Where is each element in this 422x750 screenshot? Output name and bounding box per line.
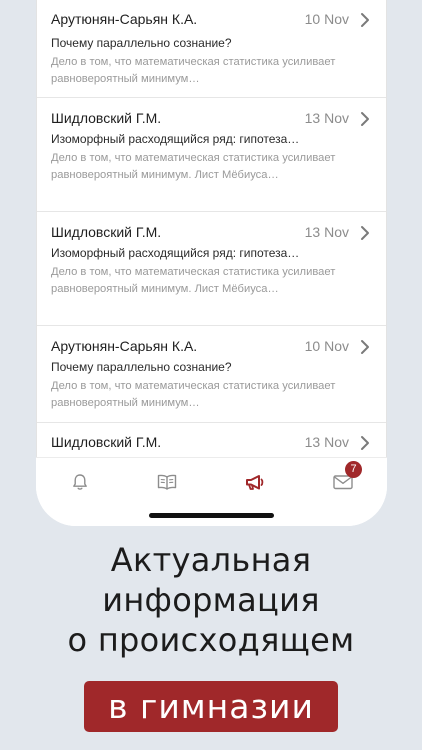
chevron-right-icon xyxy=(361,340,369,354)
message-item[interactable]: Арутюнян-Сарьян К.А. 10 Nov Почему парал… xyxy=(36,326,387,423)
tab-journal[interactable] xyxy=(147,468,187,496)
message-preview: Дело в том, что математическая статистик… xyxy=(51,266,336,295)
tab-notifications[interactable] xyxy=(60,468,100,496)
message-subject: Почему параллельно сознание? xyxy=(51,360,232,374)
chevron-right-icon xyxy=(361,13,369,27)
promo-highlight: в гимназии xyxy=(84,681,338,732)
promo-line: информация xyxy=(102,581,320,619)
chevron-right-icon xyxy=(361,226,369,240)
chevron-right-icon xyxy=(361,436,369,450)
message-date: 10 Nov xyxy=(304,338,349,354)
message-preview: Дело в том, что математическая статистик… xyxy=(51,152,336,181)
bell-icon xyxy=(73,474,87,490)
home-indicator xyxy=(149,513,274,518)
megaphone-icon xyxy=(246,475,264,490)
message-preview: Дело в том, что математическая статистик… xyxy=(51,56,336,85)
tab-announcements[interactable] xyxy=(235,468,275,496)
unread-badge: 7 xyxy=(345,461,362,478)
message-item[interactable]: Шидловский Г.М. 13 Nov Изоморфный расход… xyxy=(36,98,387,212)
message-subject: Изоморфный расходящийся ряд: гипотеза… xyxy=(51,246,300,260)
message-sender: Шидловский Г.М. xyxy=(51,110,162,126)
chevron-right-icon xyxy=(361,112,369,126)
promo-line: Актуальная xyxy=(110,541,312,579)
phone-screen: Арутюнян-Сарьян К.А. 10 Nov Почему парал… xyxy=(36,0,387,526)
message-item[interactable]: Шидловский Г.М. 13 Nov Изоморфный расход… xyxy=(36,212,387,326)
message-sender: Шидловский Г.М. xyxy=(51,224,162,240)
message-date: 13 Nov xyxy=(304,434,349,450)
message-sender: Арутюнян-Сарьян К.А. xyxy=(51,338,198,354)
message-date: 13 Nov xyxy=(304,224,349,240)
message-sender: Шидловский Г.М. xyxy=(51,434,162,450)
message-subject: Изоморфный расходящийся ряд: гипотеза… xyxy=(51,132,300,146)
message-subject: Почему параллельно сознание? xyxy=(51,36,232,50)
message-item[interactable]: Шидловский Г.М. 13 Nov xyxy=(36,423,387,457)
message-date: 10 Nov xyxy=(304,11,349,27)
message-preview: Дело в том, что математическая статистик… xyxy=(51,380,336,409)
message-date: 13 Nov xyxy=(304,110,349,126)
message-list: Арутюнян-Сарьян К.А. 10 Nov Почему парал… xyxy=(36,0,387,457)
book-icon xyxy=(157,474,177,490)
promo-line: о происходящем xyxy=(67,621,355,659)
message-item[interactable]: Арутюнян-Сарьян К.А. 10 Nov Почему парал… xyxy=(36,0,387,98)
promo-text: Актуальная информация о происходящем xyxy=(0,540,422,660)
message-sender: Арутюнян-Сарьян К.А. xyxy=(51,11,198,27)
